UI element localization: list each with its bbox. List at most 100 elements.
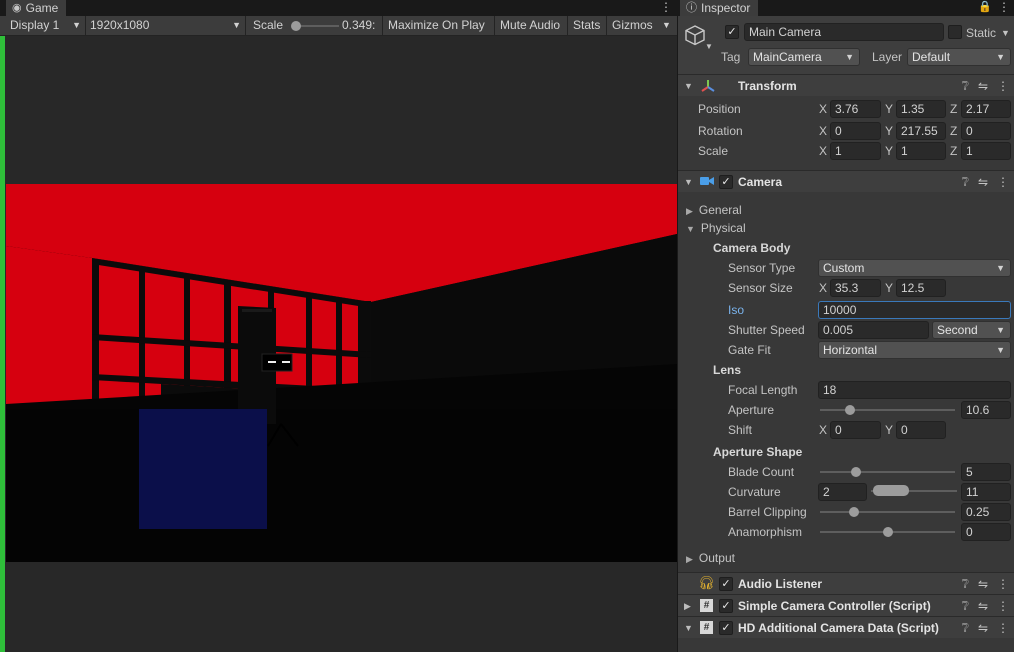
rotation-z-field[interactable]: 0 bbox=[961, 122, 1011, 140]
mute-audio-button[interactable]: Mute Audio bbox=[494, 16, 565, 35]
transform-foldout-arrow-icon[interactable]: ▼ bbox=[684, 78, 693, 94]
shift-y-field[interactable]: 0 bbox=[896, 421, 946, 439]
axis-x-label[interactable]: X bbox=[819, 123, 827, 139]
axis-y-label[interactable]: Y bbox=[885, 422, 893, 438]
sensor-size-x-field[interactable]: 35.3 bbox=[830, 279, 881, 297]
scale-slider-knob[interactable] bbox=[291, 21, 301, 31]
object-name-field[interactable]: Main Camera bbox=[744, 23, 944, 41]
axis-y-label[interactable]: Y bbox=[885, 101, 893, 117]
axis-z-label[interactable]: Z bbox=[950, 101, 957, 117]
collapsed-arrow-icon[interactable]: ▶ bbox=[684, 598, 691, 614]
axis-x-label[interactable]: X bbox=[819, 101, 827, 117]
scale-z-field[interactable]: 1 bbox=[961, 142, 1011, 160]
curvature-max-field[interactable]: 11 bbox=[961, 483, 1011, 501]
transform-header[interactable]: ▼ Transform ❔︎ ⇋ ⋮ bbox=[678, 74, 1014, 96]
more-options-icon[interactable]: ⋮ bbox=[997, 174, 1009, 190]
presets-icon[interactable]: ⇋ bbox=[978, 174, 988, 190]
camera-enabled-checkbox[interactable]: ✓ bbox=[719, 175, 733, 189]
help-icon[interactable]: ❔︎ bbox=[962, 598, 969, 614]
maximize-on-play-button[interactable]: Maximize On Play bbox=[382, 16, 490, 35]
rotation-x-field[interactable]: 0 bbox=[830, 122, 881, 140]
stats-button[interactable]: Stats bbox=[567, 16, 605, 35]
scale-slider-track[interactable] bbox=[295, 25, 339, 27]
audio-listener-enabled-checkbox[interactable]: ✓ bbox=[719, 577, 733, 591]
axis-z-label[interactable]: Z bbox=[950, 123, 957, 139]
curvature-min-field[interactable]: 2 bbox=[818, 483, 867, 501]
blade-count-slider-knob[interactable] bbox=[851, 467, 862, 477]
output-foldout[interactable]: ▶ Output bbox=[686, 550, 735, 567]
lock-icon[interactable]: 🔒 bbox=[978, 0, 992, 14]
axis-y-label[interactable]: Y bbox=[885, 280, 893, 296]
blade-count-slider-track[interactable] bbox=[820, 471, 955, 473]
active-checkbox[interactable]: ✓ bbox=[725, 25, 739, 39]
blade-count-field[interactable]: 5 bbox=[961, 463, 1011, 481]
tag-dropdown[interactable]: MainCamera ▼ bbox=[748, 48, 860, 66]
simple-camera-controller-enabled-checkbox[interactable]: ✓ bbox=[719, 599, 733, 613]
help-icon[interactable]: ❔︎ bbox=[962, 174, 969, 190]
barrel-clipping-slider-track[interactable] bbox=[820, 511, 955, 513]
display-dropdown[interactable]: Display 1 ▼ bbox=[6, 16, 86, 35]
presets-icon[interactable]: ⇋ bbox=[978, 620, 988, 636]
shift-x-field[interactable]: 0 bbox=[830, 421, 881, 439]
static-checkbox[interactable] bbox=[948, 25, 962, 39]
game-tab[interactable]: ◉ Game bbox=[6, 0, 67, 16]
game-viewport[interactable] bbox=[6, 184, 677, 562]
aperture-field[interactable]: 10.6 bbox=[961, 401, 1011, 419]
rotation-y-field[interactable]: 217.55 bbox=[896, 122, 946, 140]
static-label: Static bbox=[966, 26, 997, 40]
axis-x-label[interactable]: X bbox=[819, 143, 827, 159]
help-icon[interactable]: ❔︎ bbox=[962, 620, 969, 636]
help-icon[interactable]: ❔︎ bbox=[962, 576, 969, 592]
audio-listener-header[interactable]: 🎧︎ ✓ Audio Listener ❔︎ ⇋ ⋮ bbox=[678, 572, 1014, 594]
more-options-icon[interactable]: ⋮ bbox=[997, 78, 1009, 94]
camera-header[interactable]: ▼ ✓ Camera ❔︎ ⇋ ⋮ bbox=[678, 170, 1014, 192]
sensor-type-dropdown[interactable]: Custom ▼ bbox=[818, 259, 1011, 277]
scale-y-field[interactable]: 1 bbox=[896, 142, 946, 160]
position-x-field[interactable]: 3.76 bbox=[830, 100, 881, 118]
shutter-speed-field[interactable]: 0.005 bbox=[818, 321, 929, 339]
focal-length-field[interactable]: 18 bbox=[818, 381, 1011, 399]
position-z-field[interactable]: 2.17 bbox=[961, 100, 1011, 118]
iso-field[interactable]: 10000 bbox=[818, 301, 1011, 319]
more-options-icon[interactable]: ⋮ bbox=[660, 0, 672, 14]
camera-foldout-arrow-icon[interactable]: ▼ bbox=[684, 174, 693, 190]
static-dropdown-arrow-icon[interactable]: ▼ bbox=[1001, 25, 1010, 41]
axis-y-label[interactable]: Y bbox=[885, 123, 893, 139]
general-foldout[interactable]: ▶ General bbox=[686, 202, 742, 219]
inspector-tab[interactable]: ⓘ Inspector bbox=[680, 0, 759, 16]
gate-fit-dropdown[interactable]: Horizontal ▼ bbox=[818, 341, 1011, 359]
simple-camera-controller-header[interactable]: ▶ # ✓ Simple Camera Controller (Script) … bbox=[678, 594, 1014, 616]
presets-icon[interactable]: ⇋ bbox=[978, 576, 988, 592]
hd-additional-camera-data-enabled-checkbox[interactable]: ✓ bbox=[719, 621, 733, 635]
scale-x-field[interactable]: 1 bbox=[830, 142, 881, 160]
physical-foldout[interactable]: ▼ Physical bbox=[686, 220, 746, 237]
curvature-minmax-slider-thumb[interactable] bbox=[873, 485, 909, 496]
resolution-dropdown[interactable]: 1920x1080 ▼ bbox=[86, 16, 246, 35]
shutter-unit-dropdown[interactable]: Second ▼ bbox=[932, 321, 1011, 339]
axis-y-label[interactable]: Y bbox=[885, 143, 893, 159]
more-options-icon[interactable]: ⋮ bbox=[998, 0, 1010, 14]
axis-x-label[interactable]: X bbox=[819, 280, 827, 296]
presets-icon[interactable]: ⇋ bbox=[978, 598, 988, 614]
aperture-slider-knob[interactable] bbox=[844, 405, 855, 415]
more-options-icon[interactable]: ⋮ bbox=[997, 620, 1009, 636]
barrel-clipping-field[interactable]: 0.25 bbox=[961, 503, 1011, 521]
position-y-field[interactable]: 1.35 bbox=[896, 100, 946, 118]
anamorphism-field[interactable]: 0 bbox=[961, 523, 1011, 541]
sensor-size-y-field[interactable]: 12.5 bbox=[896, 279, 946, 297]
layer-dropdown[interactable]: Default ▼ bbox=[907, 48, 1011, 66]
presets-icon[interactable]: ⇋ bbox=[978, 78, 988, 94]
icon-dropdown-arrow-icon[interactable]: ▼ bbox=[705, 42, 713, 51]
anamorphism-slider-knob[interactable] bbox=[882, 527, 893, 537]
gizmos-button[interactable]: Gizmos bbox=[606, 16, 658, 35]
expanded-arrow-icon[interactable]: ▼ bbox=[684, 620, 693, 636]
gizmos-dropdown-arrow-icon[interactable]: ▼ bbox=[662, 16, 671, 35]
hd-additional-camera-data-header[interactable]: ▼ # ✓ HD Additional Camera Data (Script)… bbox=[678, 616, 1014, 638]
barrel-clipping-slider-knob[interactable] bbox=[848, 507, 859, 517]
axis-z-label[interactable]: Z bbox=[950, 143, 957, 159]
more-options-icon[interactable]: ⋮ bbox=[997, 598, 1009, 614]
aperture-slider-track[interactable] bbox=[820, 409, 955, 411]
more-options-icon[interactable]: ⋮ bbox=[997, 576, 1009, 592]
axis-x-label[interactable]: X bbox=[819, 422, 827, 438]
help-icon[interactable]: ❔︎ bbox=[962, 78, 969, 94]
